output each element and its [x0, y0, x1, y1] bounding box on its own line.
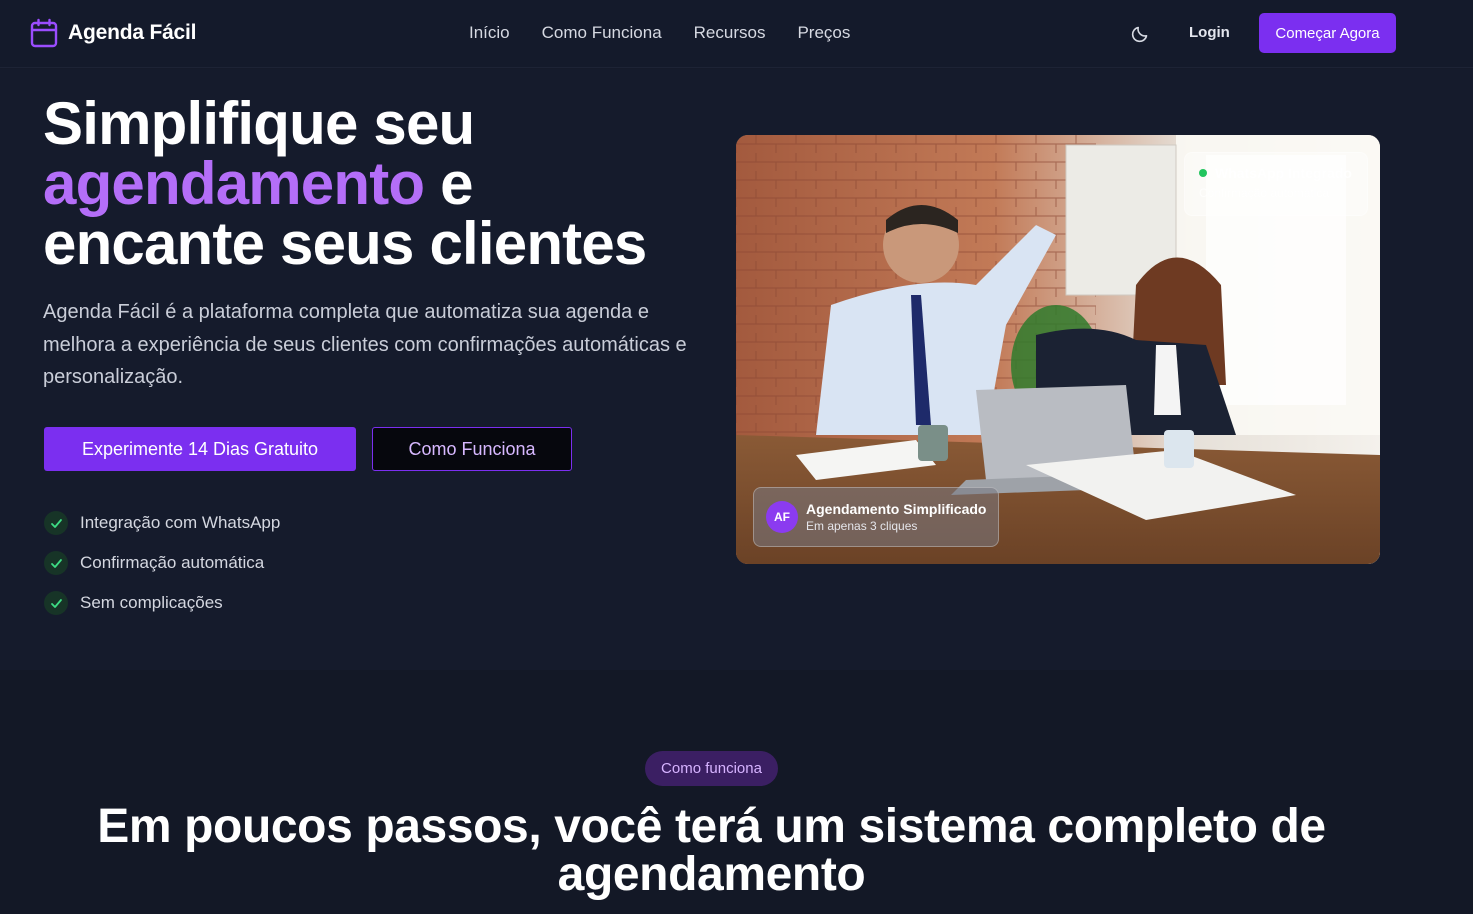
login-link[interactable]: Login	[1189, 24, 1230, 41]
avatar: AF	[766, 501, 798, 533]
feature-label: Integração com WhatsApp	[80, 513, 281, 532]
hero-title-line1: Simplifique seu	[43, 90, 475, 157]
scheduling-badge: AF Agendamento Simplificado Em apenas 3 …	[753, 487, 999, 547]
hero-title-connector: e	[440, 150, 473, 217]
nav-link-precos[interactable]: Preços	[797, 23, 850, 43]
scheduling-badge-title: Agendamento Simplificado	[806, 501, 987, 517]
scheduling-badge-subtitle: Em apenas 3 cliques	[806, 519, 918, 533]
scheduling-badge-text: Agendamento Simplificado Em apenas 3 cli…	[806, 501, 986, 533]
how-it-works-button[interactable]: Como Funciona	[372, 427, 572, 471]
hero-title-accent: agendamento	[43, 150, 425, 217]
check-icon	[44, 591, 68, 615]
hero-description: Agenda Fácil é a plataforma completa que…	[43, 301, 687, 388]
hero-title: Simplifique seu agendamento e encante se…	[43, 94, 723, 274]
nav-link-inicio[interactable]: Início	[469, 23, 510, 43]
whatsapp-badge-title-row: WhatsApp Integrado	[1199, 165, 1353, 181]
section-pill: Como funciona	[645, 751, 778, 786]
feature-label: Sem complicações	[80, 593, 223, 612]
check-icon	[44, 551, 68, 575]
status-dot-icon	[1199, 169, 1207, 177]
navbar: Agenda Fácil Início Como Funciona Recurs…	[0, 0, 1473, 68]
nav-link-como-funciona[interactable]: Como Funciona	[542, 23, 662, 43]
main-nav: Início Como Funciona Recursos Preços	[469, 23, 882, 43]
feature-label: Confirmação automática	[80, 553, 265, 572]
brand-logo[interactable]: Agenda Fácil	[30, 18, 196, 48]
whatsapp-integration-badge: WhatsApp Integrado Confirmação automátic…	[1184, 152, 1368, 216]
whatsapp-badge-title: WhatsApp Integrado	[1215, 165, 1352, 181]
hero-title-line3: encante seus clientes	[43, 210, 647, 277]
free-trial-button[interactable]: Experimente 14 Dias Gratuito	[44, 427, 356, 471]
start-now-button[interactable]: Começar Agora	[1259, 13, 1396, 53]
hero-section: Simplifique seu agendamento e encante se…	[0, 69, 1473, 670]
whatsapp-badge-subtitle: Confirmação automática	[1199, 186, 1330, 200]
how-it-works-section: Como funciona Em poucos passos, você ter…	[0, 670, 1473, 914]
check-icon	[44, 511, 68, 535]
section-title: Em poucos passos, você terá um sistema c…	[97, 800, 1326, 901]
feature-item: Integração com WhatsApp	[44, 503, 280, 543]
feature-list: Integração com WhatsApp Confirmação auto…	[44, 503, 280, 623]
brand-name: Agenda Fácil	[68, 21, 197, 44]
nav-link-recursos[interactable]: Recursos	[694, 23, 766, 43]
feature-item: Sem complicações	[44, 583, 280, 623]
moon-icon[interactable]	[1130, 24, 1150, 44]
calendar-icon	[30, 18, 58, 48]
feature-item: Confirmação automática	[44, 543, 280, 583]
hero-image-card: WhatsApp Integrado Confirmação automátic…	[736, 135, 1380, 564]
